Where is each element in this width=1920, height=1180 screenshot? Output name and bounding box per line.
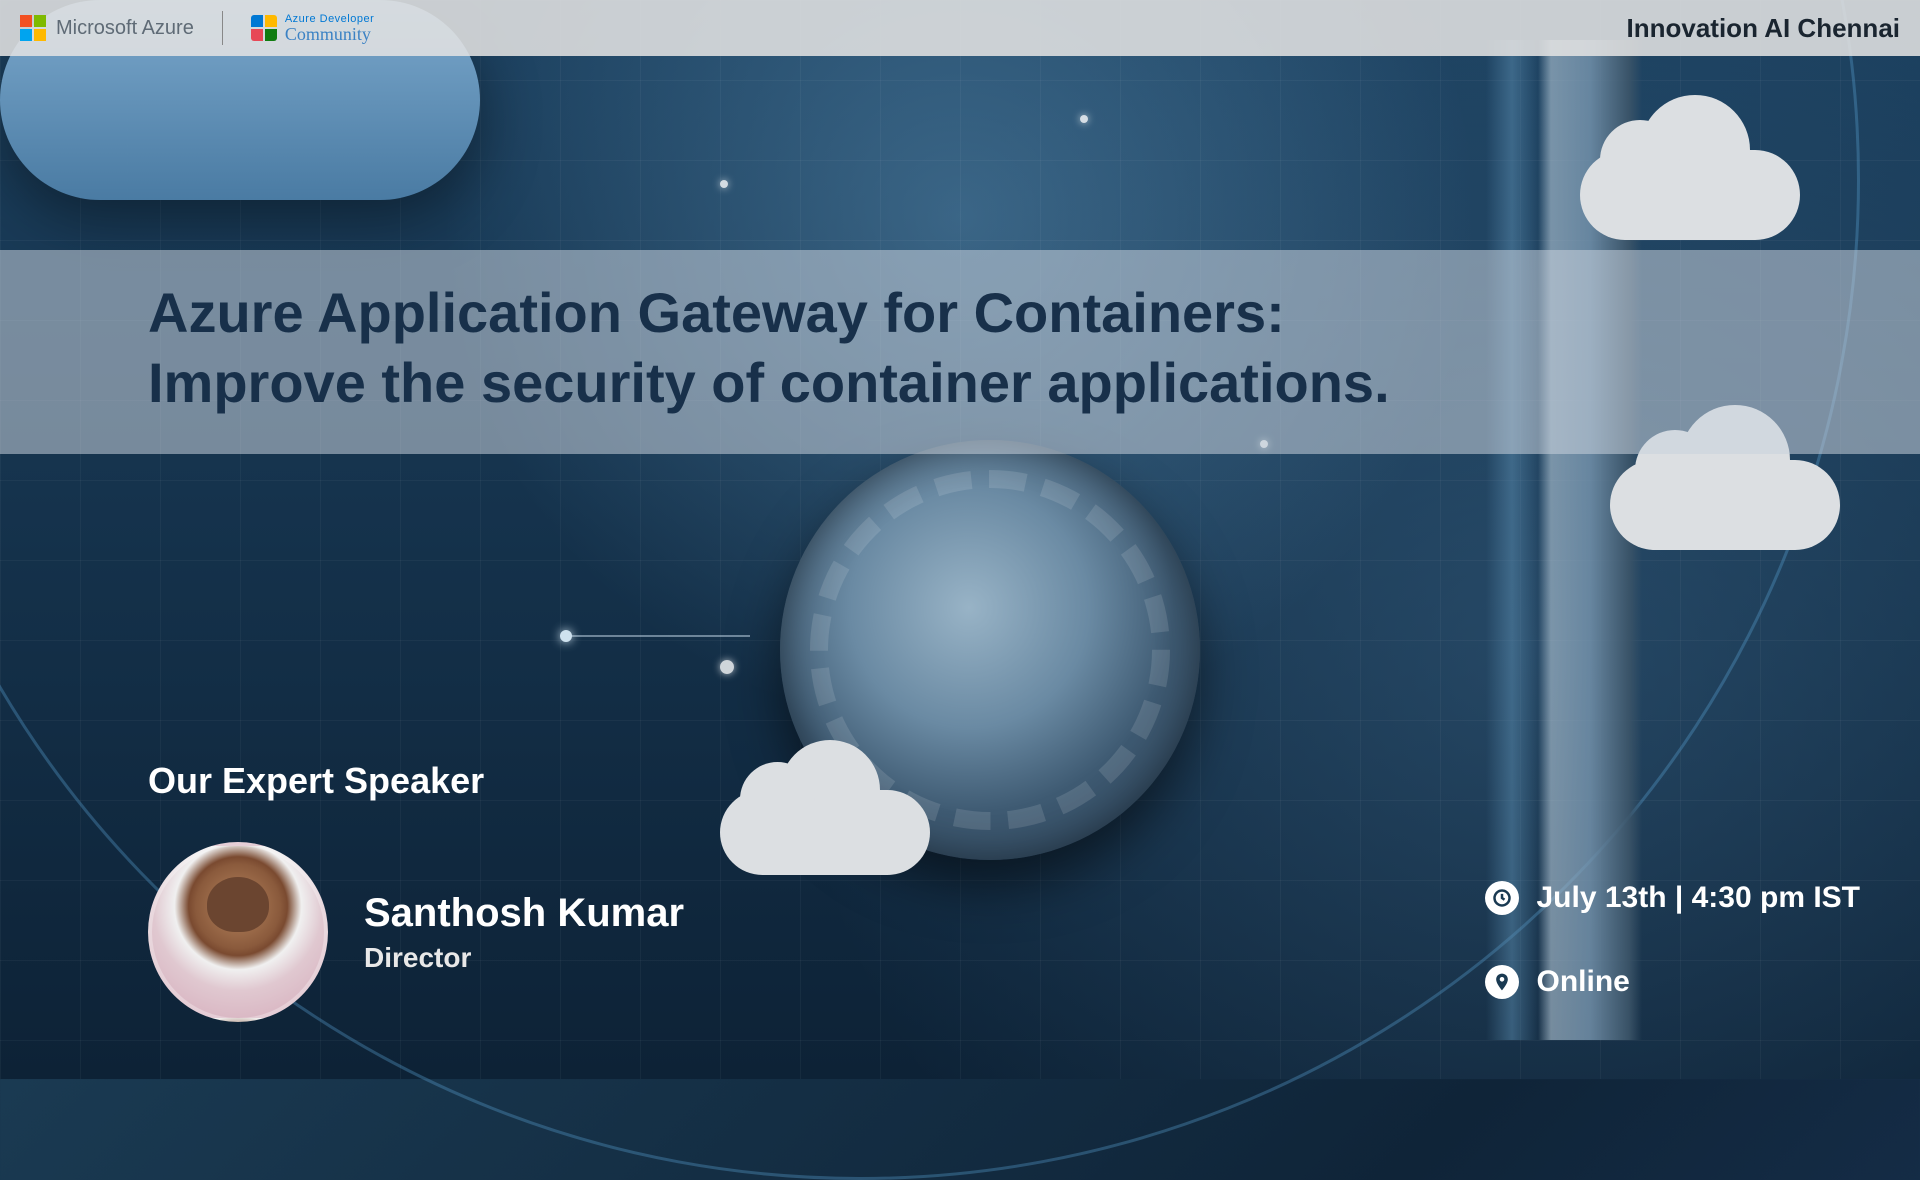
community-name: Innovation AI Chennai — [1627, 13, 1900, 44]
event-title: Azure Application Gateway for Containers… — [148, 278, 1920, 418]
title-line-2: Improve the security of container applic… — [148, 351, 1390, 414]
dot-accent-icon — [720, 660, 734, 674]
microsoft-logo-icon — [20, 15, 46, 41]
title-line-1: Azure Application Gateway for Containers… — [148, 281, 1285, 344]
speaker-role: Director — [364, 942, 684, 974]
speaker-section: Our Expert Speaker Santhosh Kumar Direct… — [148, 760, 684, 1022]
event-datetime: July 13th | 4:30 pm IST — [1537, 881, 1861, 915]
cloud-icon — [1580, 150, 1800, 240]
location-pin-icon — [1485, 965, 1519, 999]
speaker-heading: Our Expert Speaker — [148, 760, 684, 802]
event-location: Online — [1537, 965, 1630, 999]
microsoft-azure-logo: Microsoft Azure — [20, 15, 194, 41]
adc-badge-icon — [251, 15, 277, 41]
event-info: July 13th | 4:30 pm IST Online — [1485, 881, 1861, 999]
header-left: Microsoft Azure Azure Developer Communit… — [20, 11, 374, 45]
circuit-line — [570, 635, 750, 637]
dot-accent-icon — [1080, 115, 1088, 123]
microsoft-azure-label: Microsoft Azure — [56, 17, 194, 40]
azure-developer-community-logo: Azure Developer Community — [251, 14, 374, 43]
header-bar: Microsoft Azure Azure Developer Communit… — [0, 0, 1920, 56]
adc-label-script: Community — [285, 25, 374, 43]
cloud-icon — [720, 790, 930, 875]
title-band: Azure Application Gateway for Containers… — [0, 250, 1920, 454]
header-divider — [222, 11, 223, 45]
event-location-row: Online — [1485, 965, 1861, 999]
adc-label-top: Azure Developer — [285, 14, 374, 25]
dot-accent-icon — [720, 180, 728, 188]
cloud-icon — [1610, 460, 1840, 550]
clock-icon — [1485, 881, 1519, 915]
speaker-name: Santhosh Kumar — [364, 891, 684, 936]
event-datetime-row: July 13th | 4:30 pm IST — [1485, 881, 1861, 915]
speaker-avatar — [148, 842, 328, 1022]
